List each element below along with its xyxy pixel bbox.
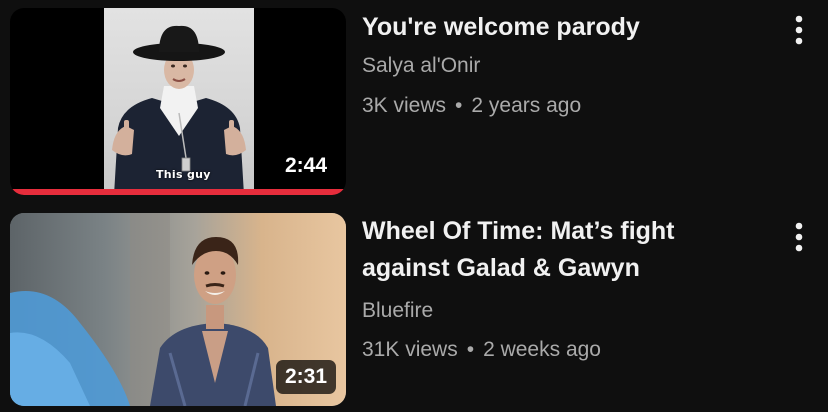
video-title[interactable]: You're welcome parody (362, 10, 762, 44)
video-metadata: 31K views • 2 weeks ago (362, 336, 762, 364)
video-details: Wheel Of Time: Mat’s fight against Galad… (362, 213, 762, 364)
video-item[interactable]: This guy 2:44 You're welcome parody Saly… (0, 0, 828, 200)
video-metadata: 3K views • 2 years ago (362, 92, 762, 120)
video-thumbnail[interactable]: 2:31 (10, 213, 346, 406)
video-thumbnail[interactable]: This guy 2:44 (10, 8, 346, 195)
upload-age: 2 years ago (471, 94, 582, 117)
video-details: You're welcome parody Salya al'Onir 3K v… (362, 10, 762, 120)
thumbnail-art (112, 25, 246, 195)
channel-name[interactable]: Bluefire (362, 297, 762, 325)
upload-age: 2 weeks ago (483, 338, 601, 361)
duration-badge: 2:44 (284, 154, 327, 177)
thumbnail-image: This guy (104, 8, 254, 195)
view-count: 3K views (362, 94, 447, 117)
view-count: 31K views (362, 338, 458, 361)
video-item[interactable]: 2:31 Wheel Of Time: Mat’s fight against … (0, 205, 828, 412)
video-title-line-1: Wheel Of Time: Mat’s fight (362, 217, 675, 245)
more-options-button[interactable] (784, 12, 814, 48)
duration-badge: 2:31 (275, 360, 336, 394)
video-title-line-2: against Galad & Gawyn (362, 254, 640, 282)
video-feed: This guy 2:44 You're welcome parody Saly… (0, 0, 828, 412)
meta-separator: • (466, 338, 475, 361)
video-title[interactable]: Wheel Of Time: Mat’s fight against Galad… (362, 213, 762, 287)
more-vert-icon (795, 15, 803, 45)
watch-progress-bar (10, 189, 346, 195)
thumbnail-caption: This guy (156, 168, 211, 181)
more-options-button[interactable] (784, 219, 814, 255)
meta-separator: • (455, 94, 463, 117)
channel-name[interactable]: Salya al'Onir (362, 52, 762, 80)
more-vert-icon (795, 222, 803, 252)
